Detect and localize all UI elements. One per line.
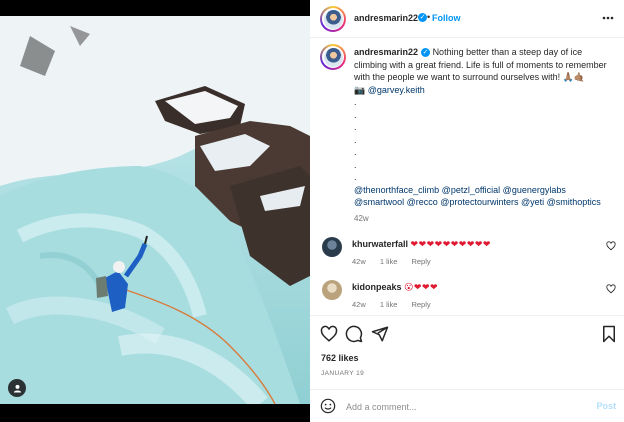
user-tag-button[interactable] — [8, 379, 26, 397]
heart-icon[interactable] — [320, 325, 338, 343]
comment-timestamp[interactable]: 42w — [352, 257, 366, 266]
header-separator: • — [427, 12, 431, 22]
caption-dot: . — [354, 97, 357, 107]
caption-dot: . — [354, 147, 357, 157]
mention-link[interactable]: @garvey.keith — [368, 85, 425, 95]
caption-avatar[interactable] — [320, 44, 346, 70]
comment-likes[interactable]: 1 like — [380, 257, 398, 266]
post-details-panel: andresmarin22 ✓ • Follow andresmarin22 ✓ … — [310, 0, 624, 422]
comment-timestamp[interactable]: 42w — [352, 300, 366, 309]
verified-badge-icon: ✓ — [421, 48, 431, 58]
reply-button[interactable]: Reply — [411, 300, 430, 309]
follow-button[interactable]: Follow — [432, 13, 461, 23]
comment-icon[interactable] — [345, 325, 363, 343]
verified-badge-icon: ✓ — [418, 13, 427, 22]
comment-heart-icon[interactable] — [606, 241, 616, 251]
caption-dot: . — [354, 109, 357, 120]
commenter-username[interactable]: khurwaterfall — [352, 239, 408, 249]
emoji-icon[interactable] — [320, 398, 336, 414]
commenter-avatar[interactable] — [322, 237, 342, 257]
caption-username[interactable]: andresmarin22 — [354, 47, 418, 57]
more-icon[interactable] — [602, 16, 614, 20]
author-avatar[interactable] — [320, 6, 346, 32]
caption-dot: . — [354, 172, 357, 182]
comment-likes[interactable]: 1 like — [380, 300, 398, 309]
comment-text: ❤❤❤❤❤❤❤❤❤❤ — [410, 239, 491, 249]
comment-input[interactable] — [346, 398, 576, 415]
ice-climbing-photo — [0, 16, 310, 404]
tags-line[interactable]: @thenorthface_climb @petzl_official @gue… — [354, 184, 616, 197]
post-photo[interactable] — [0, 16, 310, 404]
comment-item: khurwaterfall ❤❤❤❤❤❤❤❤❤❤ 42w 1 like Repl… — [322, 237, 616, 277]
comment-heart-icon[interactable] — [606, 284, 616, 294]
add-comment-bar: Post — [310, 389, 624, 422]
author-username[interactable]: andresmarin22 — [354, 13, 418, 23]
post-caption: andresmarin22 ✓ Nothing better than a ste… — [354, 46, 616, 225]
commenter-avatar[interactable] — [322, 280, 342, 300]
post-date[interactable]: JANUARY 19 — [321, 370, 364, 377]
post-actions: 762 likes JANUARY 19 — [310, 315, 624, 385]
tags-line[interactable]: @smartwool @recco @protectourwinters @ye… — [354, 196, 616, 209]
comment-item: kidonpeaks 😮❤❤❤ 42w 1 like Reply — [322, 280, 616, 320]
commenter-username[interactable]: kidonpeaks — [352, 282, 402, 292]
reply-button[interactable]: Reply — [411, 257, 430, 266]
caption-dot: . — [354, 134, 357, 145]
caption-dot: . — [354, 122, 357, 132]
post-modal: andresmarin22 ✓ • Follow andresmarin22 ✓ … — [0, 0, 624, 422]
share-icon[interactable] — [371, 325, 389, 343]
bookmark-icon[interactable] — [600, 325, 618, 343]
likes-count[interactable]: 762 likes — [321, 353, 359, 363]
comment-text: 😮❤❤❤ — [404, 282, 439, 292]
post-comment-button[interactable]: Post — [596, 401, 616, 411]
camera-emoji: 📷 — [354, 84, 366, 95]
post-header: andresmarin22 ✓ • Follow — [310, 0, 624, 38]
caption-timestamp[interactable]: 42w — [354, 213, 616, 226]
caption-dot: . — [354, 159, 357, 170]
user-tag-icon — [13, 384, 21, 393]
